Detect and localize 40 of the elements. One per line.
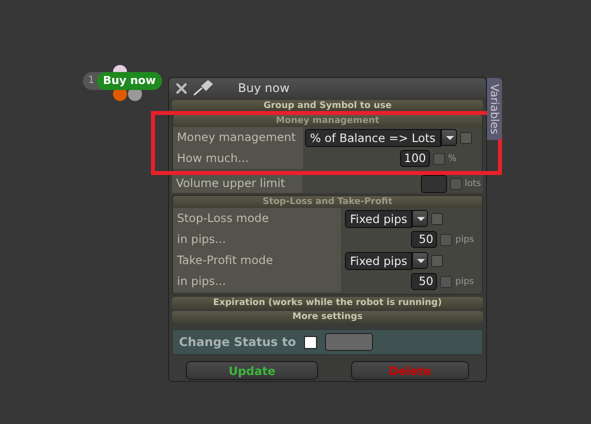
- window-title: Buy now: [238, 81, 290, 95]
- input-field[interactable]: 100: [400, 150, 430, 167]
- checkbox[interactable]: [460, 132, 472, 144]
- close-icon[interactable]: [175, 82, 188, 94]
- unit-label: %: [448, 154, 458, 164]
- dropdown[interactable]: Fixed pips: [345, 210, 412, 228]
- field-label: Volume upper limit: [172, 174, 302, 193]
- input-field[interactable]: [420, 174, 447, 192]
- checkbox[interactable]: [440, 276, 452, 288]
- checkbox[interactable]: [450, 178, 462, 190]
- input-field[interactable]: 50: [411, 231, 438, 248]
- panel-header[interactable]: Stop-Loss and Take-Profit: [173, 196, 482, 208]
- section-header[interactable]: Expiration (works while the robot is running): [172, 297, 483, 309]
- status-field[interactable]: [324, 333, 373, 351]
- field-label: in pips...: [173, 271, 341, 292]
- checkbox[interactable]: [431, 212, 444, 224]
- pin-icon[interactable]: [193, 80, 215, 96]
- checkbox[interactable]: [433, 152, 445, 164]
- dropdown[interactable]: % of Balance => Lots: [305, 128, 441, 146]
- checkbox[interactable]: [431, 254, 444, 266]
- unit-label: lots: [464, 178, 481, 188]
- section-header[interactable]: More settings: [172, 311, 483, 323]
- checkbox[interactable]: [440, 234, 452, 246]
- field-label: How much...: [173, 148, 303, 169]
- unit-label: pips: [455, 276, 474, 286]
- field-label: in pips...: [173, 229, 341, 250]
- update-button[interactable]: Update: [186, 361, 318, 380]
- field-label: Stop-Loss mode: [173, 208, 341, 229]
- node-label[interactable]: Buy now: [97, 72, 162, 90]
- unit-label: pips: [455, 234, 474, 244]
- dropdown[interactable]: Fixed pips: [345, 252, 412, 270]
- input-field[interactable]: 50: [411, 273, 438, 290]
- connector-icon[interactable]: [113, 65, 127, 72]
- field-label: Money management: [173, 127, 303, 148]
- section-header[interactable]: Group and Symbol to use: [172, 100, 483, 112]
- variables-tab[interactable]: Variables: [487, 78, 502, 140]
- status-label: Change Status to: [179, 335, 296, 349]
- checkbox[interactable]: [304, 336, 317, 348]
- panel-header[interactable]: Money management: [173, 115, 482, 127]
- field-label: Take-Profit mode: [173, 250, 341, 271]
